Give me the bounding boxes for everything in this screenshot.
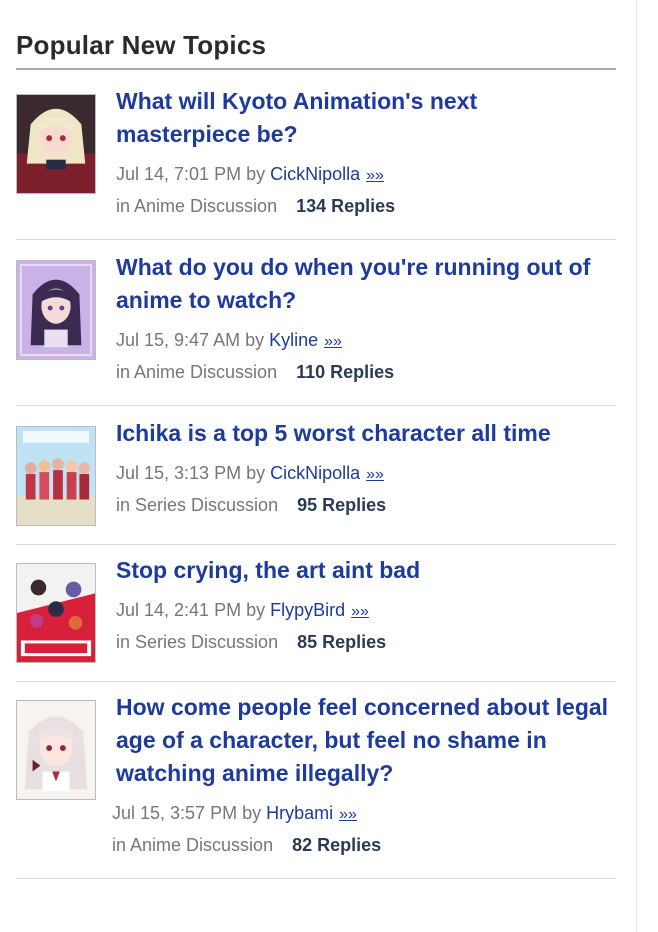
topic-title-link[interactable]: Ichika is a top 5 worst character all ti…	[116, 417, 616, 450]
topic-title-link[interactable]: How come people feel concerned about leg…	[116, 691, 616, 790]
forum-prefix: in	[116, 196, 131, 216]
forum-name: Series Discussion	[135, 632, 279, 652]
topic-item: Ichika is a top 5 worst character all ti…	[16, 406, 616, 545]
author-link[interactable]: CickNipolla	[270, 164, 360, 184]
jump-to-latest-link[interactable]: »»	[324, 333, 342, 350]
topic-body: How come people feel concerned about leg…	[96, 694, 616, 860]
author-link[interactable]: Kyline	[269, 330, 318, 350]
panel-title: Popular New Topics	[16, 30, 616, 70]
forum-name: Series Discussion	[135, 495, 279, 515]
topic-meta-line: Jul 14, 7:01 PM by CickNipolla »»	[116, 159, 616, 191]
topic-forum-line: in Series Discussion 95 Replies	[116, 490, 616, 520]
topic-meta-line: Jul 15, 3:57 PM by Hrybami »»	[112, 798, 616, 830]
topic-item: What will Kyoto Animation's next masterp…	[16, 70, 616, 240]
topic-body: Ichika is a top 5 worst character all ti…	[96, 420, 616, 520]
topic-forum-line: in Series Discussion 85 Replies	[116, 627, 616, 657]
topic-body: What do you do when you're running out o…	[96, 254, 616, 387]
topic-avatar-image[interactable]	[16, 563, 96, 663]
popular-topics-panel: Popular New Topics What will Kyoto Anima…	[16, 30, 616, 879]
forum-prefix: in	[116, 495, 131, 515]
topic-title-link[interactable]: Stop crying, the art aint bad	[116, 554, 616, 587]
jump-to-latest-link[interactable]: »»	[339, 806, 357, 823]
reply-count: 85 Replies	[297, 632, 387, 652]
forum-prefix: in	[112, 835, 127, 855]
post-date: Jul 15, 3:13 PM	[116, 463, 242, 483]
author-link[interactable]: FlypyBird	[270, 600, 345, 620]
topic-forum-line: in Anime Discussion 134 Replies	[116, 191, 616, 221]
topic-avatar-image[interactable]	[16, 260, 96, 360]
post-date: Jul 14, 7:01 PM	[116, 164, 242, 184]
topic-avatar-image[interactable]	[16, 426, 96, 526]
topic-avatar-image[interactable]	[16, 94, 96, 194]
forum-prefix: in	[116, 362, 131, 382]
jump-to-latest-link[interactable]: »»	[366, 167, 384, 184]
post-date: Jul 15, 9:47 AM	[116, 330, 241, 350]
topic-meta-line: Jul 15, 9:47 AM by Kyline »»	[116, 325, 616, 357]
topic-title-link[interactable]: What do you do when you're running out o…	[116, 251, 616, 317]
topic-meta-line: Jul 14, 2:41 PM by FlypyBird »»	[116, 595, 616, 627]
by-label: by	[246, 164, 266, 184]
jump-to-latest-link[interactable]: »»	[351, 603, 369, 620]
forum-name: Anime Discussion	[134, 196, 278, 216]
by-label: by	[246, 600, 266, 620]
reply-count: 95 Replies	[297, 495, 387, 515]
post-date: Jul 15, 3:57 PM	[112, 803, 238, 823]
page: Popular New Topics What will Kyoto Anima…	[0, 0, 658, 932]
topic-item: What do you do when you're running out o…	[16, 240, 616, 406]
by-label: by	[242, 803, 262, 823]
jump-to-latest-link[interactable]: »»	[366, 466, 384, 483]
topic-body: Stop crying, the art aint bad Jul 14, 2:…	[96, 557, 616, 657]
topic-item: How come people feel concerned about leg…	[16, 682, 616, 879]
forum-name: Anime Discussion	[130, 835, 274, 855]
by-label: by	[245, 330, 265, 350]
column-divider	[636, 0, 637, 932]
topic-avatar-image[interactable]	[16, 700, 96, 800]
topic-forum-line: in Anime Discussion 110 Replies	[116, 357, 616, 387]
reply-count: 110 Replies	[296, 362, 395, 382]
topic-forum-line: in Anime Discussion 82 Replies	[112, 830, 616, 860]
author-link[interactable]: CickNipolla	[270, 463, 360, 483]
topic-body: What will Kyoto Animation's next masterp…	[96, 88, 616, 221]
by-label: by	[246, 463, 266, 483]
reply-count: 134 Replies	[296, 196, 396, 216]
forum-prefix: in	[116, 632, 131, 652]
forum-name: Anime Discussion	[134, 362, 278, 382]
author-link[interactable]: Hrybami	[266, 803, 333, 823]
topic-title-link[interactable]: What will Kyoto Animation's next masterp…	[116, 85, 616, 151]
topic-item: Stop crying, the art aint bad Jul 14, 2:…	[16, 545, 616, 682]
reply-count: 82 Replies	[292, 835, 382, 855]
post-date: Jul 14, 2:41 PM	[116, 600, 242, 620]
topic-meta-line: Jul 15, 3:13 PM by CickNipolla »»	[116, 458, 616, 490]
